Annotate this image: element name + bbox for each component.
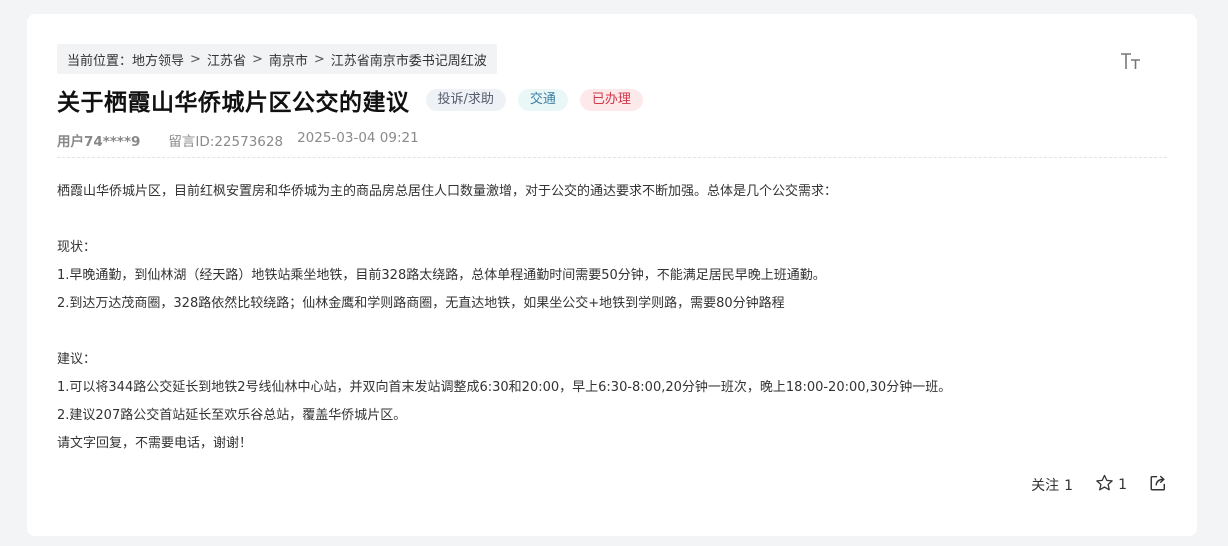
author-name: 用户74****9 bbox=[57, 134, 141, 150]
post-actions: 关注 1 1 bbox=[1031, 474, 1167, 496]
category-tag[interactable]: 投诉/求助 bbox=[425, 89, 506, 111]
share-button[interactable] bbox=[1149, 474, 1167, 496]
content-paragraph: 2.到达万达茂商圈，328路依然比较绕路；仙林金鹰和学则路商圈，无直达地铁，如果… bbox=[57, 296, 785, 311]
content-blank-line bbox=[57, 318, 1157, 346]
share-icon bbox=[1149, 474, 1167, 496]
message-id: 留言ID:22573628 bbox=[168, 134, 284, 150]
status-badge: 已办理 bbox=[579, 89, 643, 111]
breadcrumb-separator: > bbox=[313, 51, 325, 67]
divider bbox=[57, 157, 1167, 158]
breadcrumb-item-local-leaders[interactable]: 地方领导 bbox=[132, 50, 184, 69]
content-blank-line bbox=[57, 206, 1157, 234]
title-row: 关于栖霞山华侨城片区公交的建议 投诉/求助 交通 已办理 bbox=[57, 84, 643, 116]
breadcrumb-item-leader[interactable]: 江苏省南京市委书记周红波 bbox=[331, 50, 487, 69]
content-paragraph: 建议： bbox=[57, 352, 97, 367]
content-paragraph: 2.建议207路公交首站延长至欢乐谷总站，覆盖华侨城片区。 bbox=[57, 408, 407, 423]
post-content: 栖霞山华侨城片区，目前红枫安置房和华侨城为主的商品房总居住人口数量激增，对于公交… bbox=[57, 178, 1157, 458]
star-button[interactable]: 1 bbox=[1095, 474, 1127, 496]
content-paragraph: 现状： bbox=[57, 240, 97, 255]
content-paragraph: 请文字回复，不需要电话，谢谢！ bbox=[57, 436, 253, 451]
follow-count: 1 bbox=[1064, 478, 1074, 494]
content-paragraph: 栖霞山华侨城片区，目前红枫安置房和华侨城为主的商品房总居住人口数量激增，对于公交… bbox=[57, 184, 838, 199]
post-datetime: 2025-03-04 09:21 bbox=[297, 130, 419, 146]
content-paragraph: 1.可以将344路公交延长到地铁2号线仙林中心站，并双向首末发站调整成6:30和… bbox=[57, 380, 952, 395]
topic-tag[interactable]: 交通 bbox=[517, 89, 568, 111]
breadcrumb-separator: > bbox=[190, 51, 201, 67]
page-title: 关于栖霞山华侨城片区公交的建议 bbox=[57, 90, 410, 116]
breadcrumb-prefix: 当前位置： bbox=[67, 53, 133, 69]
breadcrumb-item-city[interactable]: 南京市 bbox=[269, 50, 308, 69]
breadcrumb-item-province[interactable]: 江苏省 bbox=[207, 50, 246, 69]
breadcrumb-separator: > bbox=[251, 51, 263, 67]
post-meta: 用户74****9 留言ID:22573628 2025-03-04 09:21 bbox=[57, 130, 419, 150]
star-count: 1 bbox=[1118, 477, 1127, 493]
follow-button[interactable]: 关注 1 bbox=[1031, 475, 1073, 495]
content-paragraph: 1.早晚通勤，到仙林湖（经天路）地铁站乘坐地铁，目前328路太绕路，总体单程通勤… bbox=[57, 268, 826, 283]
post-card: 当前位置： 地方领导 > 江苏省 > 南京市 > 江苏省南京市委书记周红波 关于… bbox=[27, 14, 1197, 536]
star-outline-icon bbox=[1095, 474, 1114, 496]
follow-label: 关注 bbox=[1031, 478, 1060, 494]
breadcrumb: 当前位置： 地方领导 > 江苏省 > 南京市 > 江苏省南京市委书记周红波 bbox=[57, 44, 497, 74]
font-size-icon[interactable] bbox=[1120, 50, 1142, 70]
